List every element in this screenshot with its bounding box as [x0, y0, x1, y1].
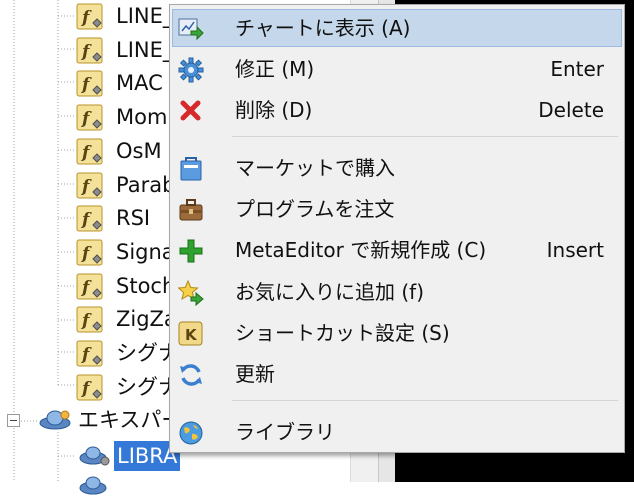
menu-item-label: ショートカット設定 (S) — [235, 321, 450, 345]
briefcase-icon — [178, 197, 204, 223]
expert-advisor-icon — [79, 476, 107, 495]
menu-item-gear[interactable]: 修正 (M) Enter — [172, 50, 622, 88]
menu-item-briefcase[interactable]: プログラムを注文 — [172, 190, 622, 228]
menu-item-label: マーケットで購入 — [235, 156, 395, 180]
indicator-icon: f — [76, 138, 103, 165]
tree-item-label: Mom — [116, 105, 168, 130]
tree-item-label: LINE_ — [116, 37, 174, 62]
indicator-icon: f — [76, 239, 103, 266]
menu-item-label: 修正 (M) — [235, 57, 315, 81]
indicator-icon: f — [76, 37, 103, 64]
tree-item-label: OsM — [116, 138, 162, 163]
menu-item-shortcut: Enter — [550, 57, 604, 81]
delete-icon — [178, 98, 204, 124]
indicator-icon: f — [76, 273, 103, 300]
context-menu: チャートに表示 (A) 修正 (M) Enter 削除 (D) Delete マーケットで… — [169, 4, 625, 453]
menu-item-refresh[interactable]: 更新 — [172, 355, 622, 393]
menu-item-label: 削除 (D) — [235, 98, 313, 122]
menu-item-label: ライブラリ — [235, 420, 335, 444]
menu-item-show-on-chart[interactable]: チャートに表示 (A) — [172, 9, 622, 47]
menu-item-label: プログラムを注文 — [235, 197, 395, 221]
tree-item-label: Stoch — [116, 273, 176, 298]
indicator-icon: f — [76, 104, 103, 131]
menu-item-plus[interactable]: MetaEditor で新規作成 (C) Insert — [172, 231, 622, 269]
tree-item-label: MAC — [116, 71, 163, 96]
plus-icon — [178, 238, 204, 264]
menu-separator — [232, 136, 618, 137]
favorite-star-icon — [177, 279, 204, 307]
svg-text:K: K — [185, 326, 198, 344]
show-on-chart-icon — [178, 16, 204, 42]
tree-folder-label: エキスパー — [78, 408, 183, 432]
menu-item-delete[interactable]: 削除 (D) Delete — [172, 91, 622, 129]
menu-item-shortcut: Delete — [538, 98, 604, 122]
indicator-icon: f — [76, 205, 103, 232]
market-basket-icon — [178, 156, 204, 182]
indicator-icon: f — [76, 172, 103, 199]
menu-item-shortcut: Insert — [546, 238, 604, 262]
tree-item-label: RSI — [116, 206, 151, 231]
hotkey-k-icon: K — [178, 321, 204, 347]
menu-item-label: MetaEditor で新規作成 (C) — [235, 238, 487, 262]
tree-item-label: LINE_ — [116, 4, 174, 28]
indicator-icon: f — [76, 306, 103, 333]
refresh-icon — [178, 362, 204, 388]
menu-separator — [232, 400, 618, 401]
indicator-icon: f — [76, 70, 103, 97]
menu-item-hotkey-k[interactable]: K ショートカット設定 (S) — [172, 314, 622, 352]
menu-item-globe[interactable]: ライブラリ — [172, 413, 622, 451]
menu-item-favorite-star[interactable]: お気に入りに追加 (f) — [172, 273, 622, 311]
menu-item-label: 更新 — [235, 362, 275, 386]
tree-item-label: Signa — [116, 239, 175, 264]
indicator-icon: f — [76, 374, 103, 401]
menu-item-label: チャートに表示 (A) — [235, 16, 411, 40]
expert-advisor-icon — [39, 410, 71, 430]
gear-icon — [178, 57, 204, 83]
tree-item-label: Parab — [116, 172, 176, 197]
menu-item-market-basket[interactable]: マーケットで購入 — [172, 149, 622, 187]
indicator-icon: f — [76, 340, 103, 367]
globe-icon — [178, 420, 204, 446]
expert-advisor-icon — [79, 446, 110, 466]
menu-item-label: お気に入りに追加 (f) — [235, 280, 425, 304]
indicator-icon: f — [76, 3, 103, 30]
tree-item-label: ZigZa — [116, 307, 177, 332]
